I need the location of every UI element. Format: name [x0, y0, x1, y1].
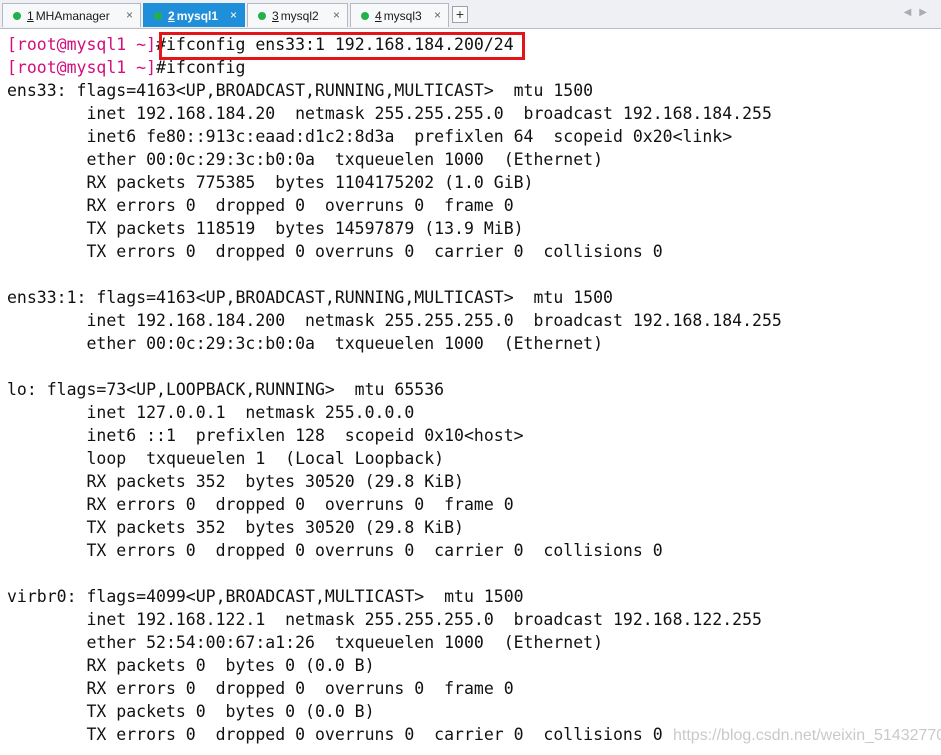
tab-label: mysql3 — [383, 8, 422, 23]
output-line: inet 192.168.122.1 netmask 255.255.255.0… — [7, 610, 762, 629]
output-line: inet6 fe80::913c:eaad:d1c2:8d3a prefixle… — [7, 127, 733, 146]
tab-label: MHAmanager — [35, 8, 110, 23]
output-line: TX packets 0 bytes 0 (0.0 B) — [7, 702, 375, 721]
tab-label: mysql1 — [176, 8, 219, 23]
tab-mhamanager[interactable]: 1 MHAmanager × — [2, 3, 141, 27]
terminal-output[interactable]: [root@mysql1 ~]#ifconfig ens33:1 192.168… — [0, 29, 941, 755]
output-line: inet 192.168.184.200 netmask 255.255.255… — [7, 311, 782, 330]
status-dot-icon — [361, 11, 369, 20]
status-dot-icon — [258, 11, 266, 20]
output-line: inet 127.0.0.1 netmask 255.0.0.0 — [7, 403, 415, 422]
tab-scroll-arrows-icon[interactable]: ◀▶ — [904, 7, 935, 18]
output-line: ether 00:0c:29:3c:b0:0a txqueuelen 1000 … — [7, 150, 604, 169]
watermark: https://blog.csdn.net/weixin_51432770 — [673, 727, 941, 744]
output-line: inet 192.168.184.20 netmask 255.255.255.… — [7, 104, 772, 123]
shell-prompt: [root@mysql1 ~] — [7, 58, 157, 77]
output-line: RX errors 0 dropped 0 overruns 0 frame 0 — [7, 679, 514, 698]
tab-bar: 1 MHAmanager × 2 mysql1 × 3 mysql2 × 4 m… — [0, 0, 941, 29]
command-text: #ifconfig — [156, 58, 246, 77]
tab-number: 2 — [168, 8, 175, 23]
close-icon[interactable]: × — [126, 8, 133, 22]
tab-label: mysql2 — [280, 8, 319, 23]
output-line: RX packets 352 bytes 30520 (29.8 KiB) — [7, 472, 464, 491]
output-line: lo: flags=73<UP,LOOPBACK,RUNNING> mtu 65… — [7, 380, 445, 399]
close-icon[interactable]: × — [434, 8, 441, 22]
status-dot-icon — [13, 11, 21, 20]
shell-prompt: [root@mysql1 ~] — [7, 35, 157, 54]
close-icon[interactable]: × — [333, 8, 340, 22]
output-line: RX errors 0 dropped 0 overruns 0 frame 0 — [7, 495, 514, 514]
tab-mysql2[interactable]: 3 mysql2 × — [247, 3, 348, 27]
output-line: ens33:1: flags=4163<UP,BROADCAST,RUNNING… — [7, 288, 613, 307]
tab-number: 1 — [27, 8, 34, 23]
output-line: virbr0: flags=4099<UP,BROADCAST,MULTICAS… — [7, 587, 524, 606]
status-dot-icon — [154, 11, 162, 20]
output-line: TX errors 0 dropped 0 overruns 0 carrier… — [7, 725, 663, 744]
output-line: ens33: flags=4163<UP,BROADCAST,RUNNING,M… — [7, 81, 594, 100]
tab-number: 3 — [272, 8, 279, 23]
tab-number: 4 — [375, 8, 382, 23]
tab-mysql3[interactable]: 4 mysql3 × — [350, 3, 449, 27]
tab-mysql1[interactable]: 2 mysql1 × — [143, 3, 245, 27]
output-line: RX errors 0 dropped 0 overruns 0 frame 0 — [7, 196, 514, 215]
output-line: RX packets 775385 bytes 1104175202 (1.0 … — [7, 173, 534, 192]
output-line: TX packets 118519 bytes 14597879 (13.9 M… — [7, 219, 524, 238]
output-line: ether 00:0c:29:3c:b0:0a txqueuelen 1000 … — [7, 334, 604, 353]
output-line: loop txqueuelen 1 (Local Loopback) — [7, 449, 445, 468]
output-line: ether 52:54:00:67:a1:26 txqueuelen 1000 … — [7, 633, 604, 652]
output-line: TX errors 0 dropped 0 overruns 0 carrier… — [7, 242, 663, 261]
output-line: TX errors 0 dropped 0 overruns 0 carrier… — [7, 541, 663, 560]
command-line: [root@mysql1 ~]#ifconfig — [7, 56, 245, 79]
new-tab-button[interactable]: + — [452, 6, 468, 23]
output-line: TX packets 352 bytes 30520 (29.8 KiB) — [7, 518, 464, 537]
output-line: inet6 ::1 prefixlen 128 scopeid 0x10<hos… — [7, 426, 524, 445]
close-icon[interactable]: × — [230, 8, 237, 22]
output-line: RX packets 0 bytes 0 (0.0 B) — [7, 656, 375, 675]
